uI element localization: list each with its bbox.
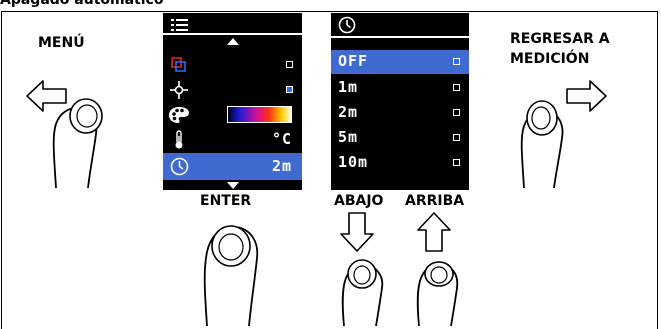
- timeout-option-5m[interactable]: 5m: [331, 126, 469, 150]
- timeout-option-off[interactable]: OFF: [331, 50, 469, 74]
- down-arrow-icon: [340, 212, 374, 252]
- up-label: ARRIBA: [405, 193, 465, 209]
- section-caption: Apagado automático: [0, 0, 164, 8]
- option-label: OFF: [338, 52, 369, 70]
- option-label: 2m: [338, 103, 359, 121]
- scroll-up-icon: [227, 38, 239, 45]
- clock-icon: [170, 157, 189, 176]
- option-checkbox: [453, 84, 460, 91]
- finger-press-menu-icon: [52, 98, 103, 189]
- auto-off-value: 2m: [271, 157, 292, 175]
- option-checkbox: [453, 134, 460, 141]
- palette-gradient: [227, 106, 292, 123]
- enter-label: ENTER: [200, 193, 252, 209]
- back-label-line1: REGRESAR A: [510, 31, 610, 47]
- up-arrow-icon: [417, 212, 451, 252]
- menu-row-auto-off[interactable]: 2m: [163, 153, 302, 180]
- unit-value: °C: [271, 130, 292, 148]
- row-checkbox: [286, 61, 293, 68]
- finger-press-down-icon: [341, 259, 384, 327]
- finger-press-enter-icon: [203, 225, 259, 327]
- menu-row-palette[interactable]: [163, 103, 302, 127]
- crosshair-icon: [170, 81, 188, 99]
- color-frame-icon: [171, 57, 186, 72]
- finger-press-up-icon: [416, 261, 459, 327]
- thermometer-icon: [175, 130, 183, 149]
- menu-row-thermometer[interactable]: °C: [163, 128, 302, 152]
- back-label-line2: MEDICIÓN: [510, 51, 590, 67]
- clock-icon: [338, 16, 356, 34]
- option-checkbox-checked: [453, 58, 460, 65]
- option-label: 5m: [338, 128, 359, 146]
- menu-screen: °C 2m: [163, 13, 302, 190]
- menu-row-color-frame[interactable]: [163, 53, 302, 77]
- menu-label: MENÚ: [38, 35, 85, 51]
- timeout-option-1m[interactable]: 1m: [331, 76, 469, 100]
- option-label: 10m: [338, 153, 369, 171]
- timeout-option-2m[interactable]: 2m: [331, 101, 469, 125]
- option-checkbox: [453, 109, 460, 116]
- option-label: 1m: [338, 78, 359, 96]
- finger-press-back-icon: [520, 100, 564, 189]
- row-checkbox-checked: [286, 86, 293, 93]
- palette-icon: [169, 107, 189, 123]
- list-icon: [171, 19, 188, 31]
- timeout-screen: OFF 1m 2m 5m 10m: [331, 13, 469, 190]
- timeout-option-10m[interactable]: 10m: [331, 151, 469, 175]
- down-label: ABAJO: [334, 193, 384, 209]
- scroll-down-icon: [227, 182, 239, 189]
- menu-row-crosshair[interactable]: [163, 78, 302, 102]
- option-checkbox: [453, 159, 460, 166]
